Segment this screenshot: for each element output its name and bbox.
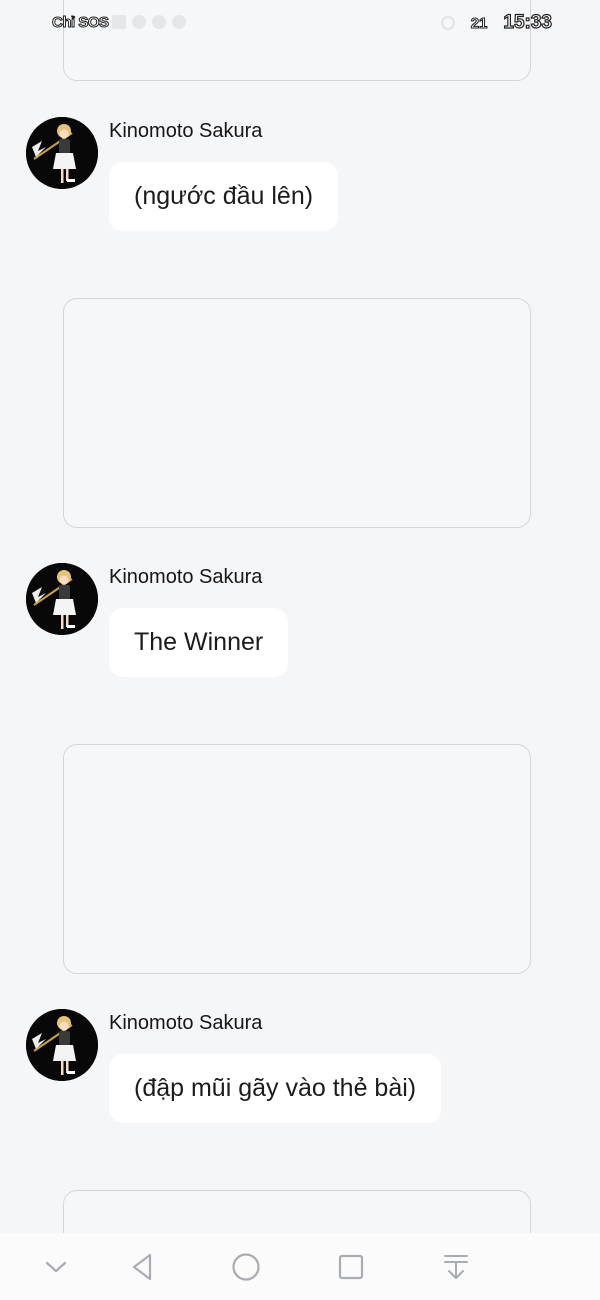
back-triangle-icon bbox=[132, 1253, 152, 1281]
embedded-card[interactable] bbox=[63, 298, 531, 528]
sim-icon bbox=[112, 15, 126, 29]
facebook-icon bbox=[172, 15, 186, 29]
chevron-down-icon bbox=[45, 1261, 67, 1273]
avatar-image bbox=[26, 1009, 98, 1081]
notification-icons bbox=[112, 15, 186, 29]
message-bubble[interactable]: The Winner bbox=[109, 608, 289, 677]
back-button[interactable] bbox=[122, 1247, 162, 1287]
pull-down-button[interactable] bbox=[436, 1247, 476, 1287]
recents-button[interactable] bbox=[331, 1247, 371, 1287]
system-navigation-bar bbox=[0, 1233, 600, 1300]
avatar[interactable] bbox=[26, 1009, 98, 1081]
home-circle-icon bbox=[232, 1253, 260, 1281]
recents-square-icon bbox=[338, 1254, 364, 1280]
sender-name: Kinomoto Sakura bbox=[109, 120, 263, 142]
wifi-icon bbox=[132, 15, 146, 29]
avatar[interactable] bbox=[26, 117, 98, 189]
battery-level: 21 bbox=[470, 14, 488, 32]
collapse-button[interactable] bbox=[36, 1247, 76, 1287]
alarm-icon bbox=[440, 16, 455, 30]
sender-name: Kinomoto Sakura bbox=[109, 566, 263, 588]
status-clock: 15:33 bbox=[503, 11, 553, 33]
home-button[interactable] bbox=[226, 1247, 266, 1287]
sender-name: Kinomoto Sakura bbox=[109, 1012, 263, 1034]
message-bubble[interactable]: (ngước đầu lên) bbox=[109, 162, 339, 231]
messenger-icon bbox=[152, 15, 166, 29]
status-bar: Chỉ SOS 21 15:33 bbox=[0, 0, 600, 48]
avatar-image bbox=[26, 563, 98, 635]
avatar[interactable] bbox=[26, 563, 98, 635]
embedded-card[interactable] bbox=[63, 744, 531, 974]
carrier-label: Chỉ SOS bbox=[52, 14, 110, 32]
message-bubble[interactable]: (đập mũi gãy vào thẻ bài) bbox=[109, 1054, 442, 1123]
status-right: 21 15:33 bbox=[440, 11, 553, 34]
pull-down-icon bbox=[444, 1255, 468, 1279]
avatar-image bbox=[26, 117, 98, 189]
